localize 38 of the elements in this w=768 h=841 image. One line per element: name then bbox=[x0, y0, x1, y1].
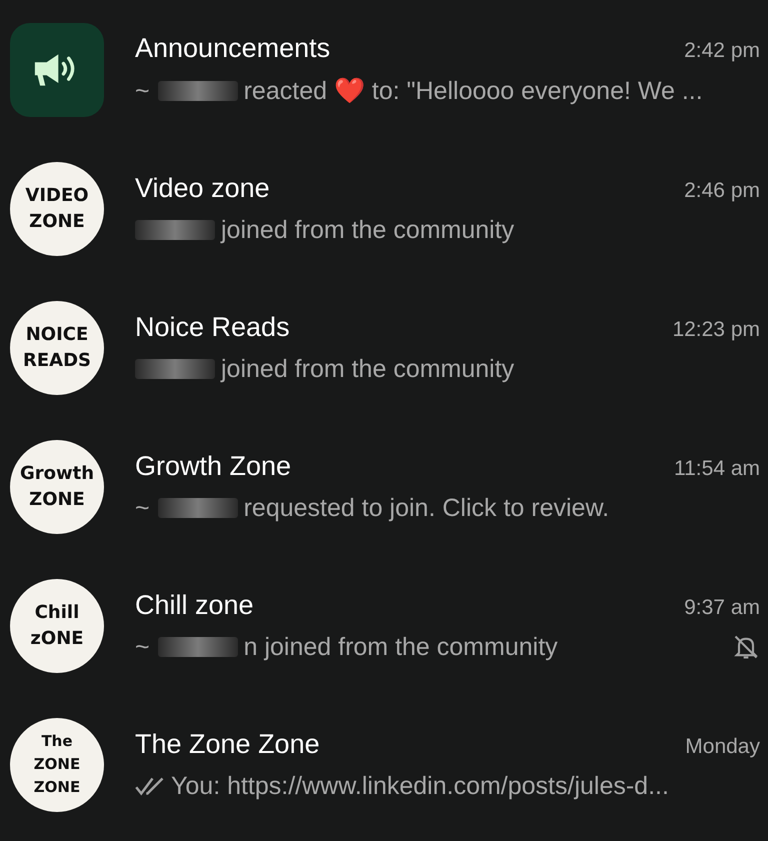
chat-name: Announcements bbox=[135, 33, 330, 64]
chat-time: 9:37 am bbox=[684, 596, 760, 620]
avatar-text: Growth bbox=[20, 464, 94, 482]
chat-name: The Zone Zone bbox=[135, 728, 320, 760]
chat-time: 12:23 pm bbox=[672, 318, 760, 342]
message-preview: reacted ❤ to: "Helloooo everyone! We ... bbox=[244, 76, 703, 106]
chat-row[interactable]: Growth ZONE Growth Zone 11:54 am ~ requested to join. Click to review. bbox=[0, 417, 768, 556]
chat-row[interactable]: VIDEO ZONE Video zone 2:46 pm joined from the community bbox=[0, 139, 768, 278]
avatar-text: VIDEO bbox=[25, 186, 89, 204]
message-preview: requested to join. Click to review. bbox=[244, 494, 610, 522]
message-preview: n joined from the community bbox=[244, 632, 558, 662]
message-preview: You: https://www.linkedin.com/posts/jules-d... bbox=[171, 772, 669, 800]
message-preview: joined from the community bbox=[221, 354, 514, 384]
tilde-prefix: ~ bbox=[135, 76, 150, 106]
tilde-prefix: ~ bbox=[135, 632, 150, 662]
chat-row[interactable]: NOICE READS Noice Reads 12:23 pm joined from the community bbox=[0, 278, 768, 417]
chat-name: Chill zone bbox=[135, 590, 254, 620]
chat-name: Noice Reads bbox=[135, 312, 290, 342]
avatar-text: ZONE bbox=[34, 780, 80, 795]
tilde-prefix: ~ bbox=[135, 494, 150, 522]
avatar-text: ZONE bbox=[29, 490, 85, 508]
chat-name: Video zone bbox=[135, 172, 270, 204]
avatar-text: NOICE bbox=[26, 326, 88, 344]
avatar-text: ZONE bbox=[29, 212, 85, 230]
avatar-text: READS bbox=[23, 352, 91, 370]
chat-row[interactable]: The ZONE ZONE The Zone Zone Monday You: https://www.linkedin.com/posts/jules-d... bbox=[0, 695, 768, 834]
chat-row[interactable]: Chill zONE Chill zone 9:37 am ~ n joined from the community bbox=[0, 556, 768, 695]
chat-time: 2:42 pm bbox=[684, 39, 760, 63]
chat-time: Monday bbox=[685, 734, 760, 758]
avatar-text: Chill bbox=[34, 604, 80, 622]
chat-time: 11:54 am bbox=[674, 456, 760, 480]
avatar-text: ZONE bbox=[34, 757, 80, 772]
avatar-text: zONE bbox=[30, 630, 84, 648]
chat-row[interactable]: Announcements 2:42 pm ~ reacted ❤ to: "Helloooo everyone! We ... bbox=[0, 0, 768, 139]
avatar-text: The bbox=[41, 734, 73, 749]
chat-time: 2:46 pm bbox=[684, 178, 760, 202]
message-preview: joined from the community bbox=[221, 216, 514, 244]
chat-name: Growth Zone bbox=[135, 450, 292, 482]
